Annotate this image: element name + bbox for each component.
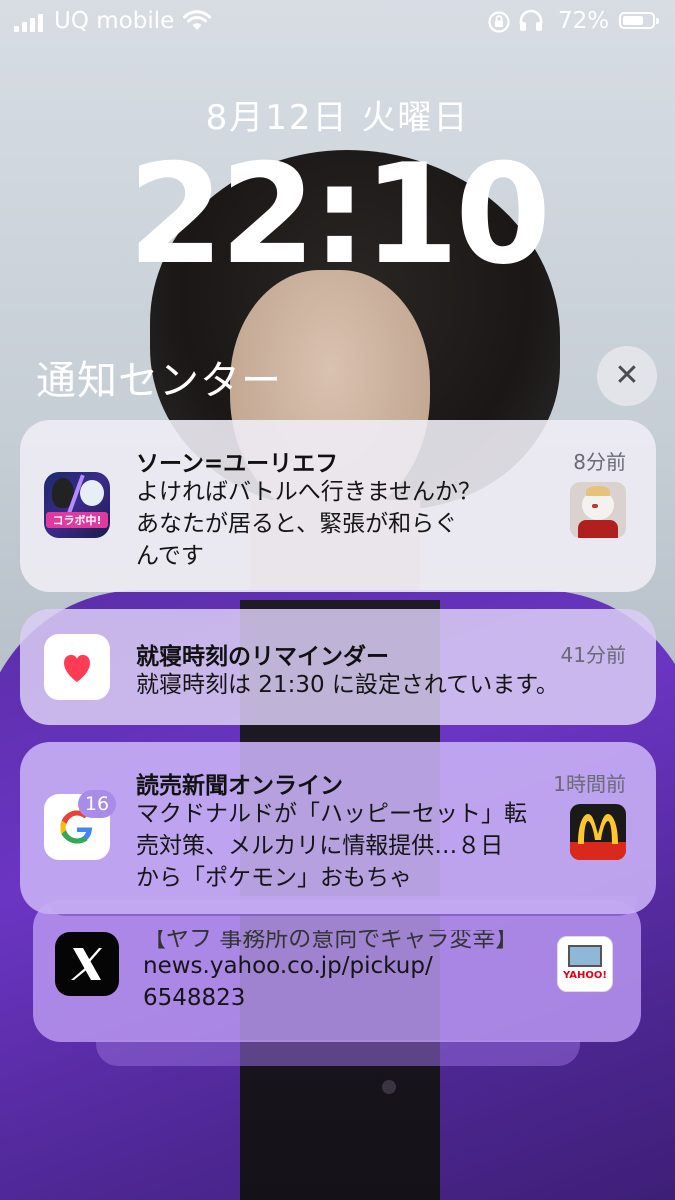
lock-screen-time: 22:10 xyxy=(127,134,551,295)
notification-body-line: 6548823 xyxy=(143,985,246,1011)
notification-time: 8分前 xyxy=(573,450,626,474)
notification-yomiuri[interactable]: 16 読売新聞オンライン 1時間前 マクドナルドが「ハッピーセット」転 売対策、… xyxy=(20,742,656,914)
notification-title: 読売新聞オンライン xyxy=(136,773,343,799)
carrier-name: UQ mobile xyxy=(54,8,175,34)
yahoo-news-thumb: YAHOO! xyxy=(557,936,613,992)
health-heart-icon xyxy=(44,634,110,700)
notification-game[interactable]: コラボ中! ソーン=ユーリエフ 8分前 よければバトルへ行きませんか？ あなたが… xyxy=(20,420,656,592)
notification-bedtime-reminder[interactable]: 就寝時刻のリマインダー 41分前 就寝時刻は 21:30 に設定されています。 xyxy=(20,609,656,725)
mcdonalds-logo-thumb xyxy=(570,804,626,860)
collab-badge: コラボ中! xyxy=(46,512,108,528)
notification-body-line: あなたが居ると、緊張が和らぐ xyxy=(136,511,458,537)
signal-icon xyxy=(14,14,46,32)
battery-icon xyxy=(619,12,659,29)
notification-body-line: よければバトルへ行きませんか？ xyxy=(136,479,481,505)
battery-fill xyxy=(623,16,643,25)
notification-count-badge: 16 xyxy=(78,790,116,818)
headphones-icon xyxy=(519,9,543,31)
game-app-icon: コラボ中! xyxy=(44,472,110,538)
notification-body-line: 【ヤフ 事務所の意向でギャラ変幸】 xyxy=(143,930,519,950)
notification-title: 就寝時刻のリマインダー xyxy=(136,644,389,670)
notification-time: 41分前 xyxy=(560,643,626,667)
close-icon[interactable]: ✕ xyxy=(597,346,657,406)
yahoo-thumb-label: YAHOO! xyxy=(563,970,607,981)
notification-body-line: んです xyxy=(136,543,204,569)
notification-body-line: 就寝時刻は 21:30 に設定されています。 xyxy=(136,672,559,698)
rotation-lock-icon xyxy=(488,11,510,33)
battery-percent: 72% xyxy=(558,8,610,34)
notification-title: ソーン=ユーリエフ xyxy=(136,451,339,477)
status-bar: UQ mobile 72% xyxy=(0,0,675,44)
notification-x-stacked[interactable]: 【ヤフ 事務所の意向でギャラ変幸】 news.yahoo.co.jp/picku… xyxy=(33,900,641,1042)
notification-center-title: 通知センター xyxy=(36,358,282,404)
wallpaper-shirt-button xyxy=(382,1080,396,1094)
lock-screen-date: 8月12日 火曜日 xyxy=(205,98,470,138)
notification-stack-edge xyxy=(96,1040,580,1066)
wifi-icon xyxy=(183,10,211,30)
notification-body-line: マクドナルドが「ハッピーセット」転 xyxy=(136,801,527,827)
notification-body-line: から「ポケモン」おもちゃ xyxy=(136,865,412,891)
notification-time: 1時間前 xyxy=(553,772,626,796)
x-app-icon xyxy=(55,932,119,996)
character-thumb xyxy=(570,482,626,538)
notification-body-line: news.yahoo.co.jp/pickup/ xyxy=(143,953,433,979)
notification-body-line: 売対策、メルカリに情報提供…８日 xyxy=(136,833,504,859)
